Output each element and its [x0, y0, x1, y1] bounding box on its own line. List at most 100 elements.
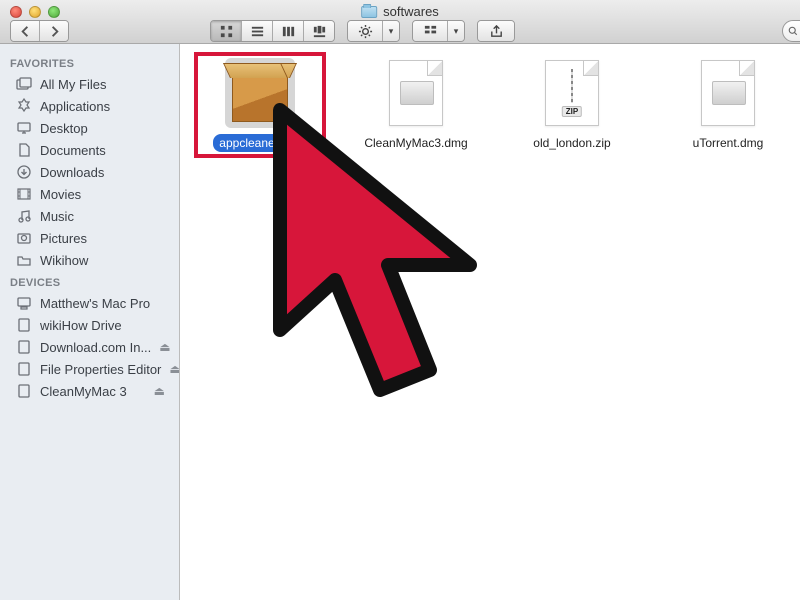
- sidebar-item-label: wikiHow Drive: [40, 318, 122, 333]
- movies-icon: [16, 186, 32, 202]
- sidebar-item-downloads[interactable]: Downloads: [0, 161, 179, 183]
- finder-window: softwares ▾: [0, 0, 800, 600]
- arrange-menu-chevron[interactable]: ▾: [447, 21, 464, 41]
- forward-button[interactable]: [40, 21, 68, 41]
- sidebar-item-label: Movies: [40, 187, 81, 202]
- sidebar-item-label: File Properties Editor: [40, 362, 161, 377]
- folder-icon: [16, 252, 32, 268]
- eject-icon[interactable]: ⏏: [154, 384, 169, 398]
- sidebar-item-label: Documents: [40, 143, 106, 158]
- column-view-button[interactable]: [273, 21, 304, 41]
- gear-icon: [358, 24, 373, 39]
- dmg-icon: [381, 58, 451, 128]
- file-label: CleanMyMac3.dmg: [358, 134, 473, 152]
- eject-icon[interactable]: ⏏: [159, 340, 174, 354]
- sidebar: FAVORITES All My Files Applications Desk…: [0, 44, 180, 600]
- sidebar-device-mac-pro[interactable]: Matthew's Mac Pro: [0, 292, 179, 314]
- arrange-menu[interactable]: ▾: [412, 20, 465, 42]
- list-icon: [250, 24, 265, 39]
- sidebar-item-label: Download.com In...: [40, 340, 151, 355]
- folder-name: softwares: [383, 4, 439, 19]
- computer-icon: [16, 295, 32, 311]
- downloads-icon: [16, 164, 32, 180]
- pkg-icon: [225, 58, 295, 128]
- window-body: FAVORITES All My Files Applications Desk…: [0, 44, 800, 600]
- file-label: old_london.zip: [527, 134, 616, 152]
- coverflow-view-button[interactable]: [304, 21, 334, 41]
- file-grid: appcleaner.pkg CleanMyMac3.dmg ZIP: [192, 56, 788, 152]
- documents-icon: [16, 142, 32, 158]
- sidebar-item-label: CleanMyMac 3: [40, 384, 127, 399]
- eject-icon[interactable]: ⏏: [169, 362, 180, 376]
- share-button-wrap: [477, 20, 515, 42]
- chevron-right-icon: [47, 24, 62, 39]
- sidebar-item-wikihow[interactable]: Wikihow: [0, 249, 179, 271]
- sidebar-item-label: Pictures: [40, 231, 87, 246]
- file-label: uTorrent.dmg: [687, 134, 770, 152]
- sidebar-item-label: Applications: [40, 99, 110, 114]
- icon-view-button[interactable]: [211, 21, 242, 41]
- devices-header: DEVICES: [0, 271, 179, 292]
- sidebar-item-applications[interactable]: Applications: [0, 95, 179, 117]
- disk-icon: [16, 361, 32, 377]
- sidebar-device-wikihow-drive[interactable]: wikiHow Drive: [0, 314, 179, 336]
- disk-icon: [16, 317, 32, 333]
- sidebar-item-label: Wikihow: [40, 253, 88, 268]
- list-view-button[interactable]: [242, 21, 273, 41]
- sidebar-device-download-com[interactable]: Download.com In... ⏏: [0, 336, 179, 358]
- sidebar-item-desktop[interactable]: Desktop: [0, 117, 179, 139]
- file-item[interactable]: uTorrent.dmg: [668, 58, 788, 152]
- applications-icon: [16, 98, 32, 114]
- window-title: softwares: [361, 4, 439, 19]
- action-button[interactable]: [348, 21, 382, 41]
- toolbar: ▾ ▾: [210, 20, 515, 42]
- sidebar-device-cleanmymac[interactable]: CleanMyMac 3 ⏏: [0, 380, 179, 402]
- share-button[interactable]: [478, 21, 514, 41]
- file-item[interactable]: appcleaner.pkg: [200, 58, 320, 152]
- zip-badge: ZIP: [562, 106, 582, 117]
- desktop-icon: [16, 120, 32, 136]
- sidebar-item-label: Music: [40, 209, 74, 224]
- zoom-window-button[interactable]: [48, 6, 60, 18]
- disk-icon: [16, 383, 32, 399]
- sidebar-item-documents[interactable]: Documents: [0, 139, 179, 161]
- sidebar-item-label: Matthew's Mac Pro: [40, 296, 150, 311]
- folder-icon: [361, 6, 377, 18]
- back-button[interactable]: [11, 21, 40, 41]
- arrange-icon: [423, 24, 438, 39]
- minimize-window-button[interactable]: [29, 6, 41, 18]
- columns-icon: [281, 24, 296, 39]
- disk-icon: [16, 339, 32, 355]
- close-window-button[interactable]: [10, 6, 22, 18]
- search-wrap: [782, 20, 800, 42]
- arrange-button[interactable]: [413, 21, 447, 41]
- zip-icon: ZIP: [537, 58, 607, 128]
- sidebar-item-label: All My Files: [40, 77, 106, 92]
- content-area[interactable]: appcleaner.pkg CleanMyMac3.dmg ZIP: [180, 44, 800, 600]
- coverflow-icon: [312, 24, 327, 39]
- action-menu[interactable]: ▾: [347, 20, 400, 42]
- action-menu-chevron[interactable]: ▾: [382, 21, 399, 41]
- view-mode-segmented: [210, 20, 335, 42]
- sidebar-device-file-properties[interactable]: File Properties Editor ⏏: [0, 358, 179, 380]
- search-field[interactable]: [782, 20, 800, 42]
- search-icon: [787, 25, 799, 37]
- file-item[interactable]: ZIP old_london.zip: [512, 58, 632, 152]
- all-files-icon: [16, 76, 32, 92]
- sidebar-item-pictures[interactable]: Pictures: [0, 227, 179, 249]
- sidebar-item-movies[interactable]: Movies: [0, 183, 179, 205]
- favorites-header: FAVORITES: [0, 52, 179, 73]
- dmg-icon: [693, 58, 763, 128]
- window-controls: [10, 6, 60, 18]
- sidebar-item-label: Desktop: [40, 121, 88, 136]
- sidebar-item-label: Downloads: [40, 165, 104, 180]
- titlebar: softwares ▾: [0, 0, 800, 44]
- share-icon: [489, 24, 504, 39]
- sidebar-item-music[interactable]: Music: [0, 205, 179, 227]
- file-label: appcleaner.pkg: [213, 134, 306, 152]
- sidebar-item-all-my-files[interactable]: All My Files: [0, 73, 179, 95]
- chevron-left-icon: [18, 24, 33, 39]
- grid-icon: [219, 24, 234, 39]
- file-item[interactable]: CleanMyMac3.dmg: [356, 58, 476, 152]
- music-icon: [16, 208, 32, 224]
